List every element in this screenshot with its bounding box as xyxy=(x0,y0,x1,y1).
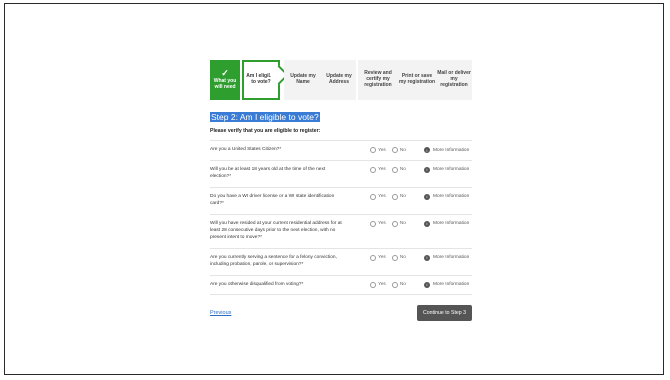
no-label: No xyxy=(399,194,406,200)
yes-label: Yes xyxy=(378,147,386,153)
no-label: No xyxy=(399,167,406,173)
more-info-label: More Information xyxy=(433,194,470,200)
no-radio[interactable]: No xyxy=(391,147,406,153)
question-list: Are you a United States Citizen?* Yes No… xyxy=(210,141,472,296)
more-information-link[interactable]: i More Information xyxy=(424,281,470,288)
step-label: What you will need xyxy=(213,78,237,90)
answer-options: Yes No xyxy=(370,281,424,288)
radio-circle-icon xyxy=(391,166,398,173)
answer-options: Yes No xyxy=(370,147,424,153)
yes-radio[interactable]: Yes xyxy=(370,147,386,153)
yes-label: Yes xyxy=(378,282,386,288)
no-radio[interactable]: No xyxy=(391,254,406,261)
no-label: No xyxy=(399,282,406,288)
more-information-link[interactable]: i More Information xyxy=(424,220,470,227)
page-subtitle: Please verify that you are eligible to r… xyxy=(210,128,472,141)
question-text: Will you be at least 18 years old at the… xyxy=(210,166,326,179)
step-what-you-will-need[interactable]: ✓ What you will need xyxy=(210,60,240,100)
step-update-address[interactable]: Update my Address xyxy=(322,60,356,100)
no-label: No xyxy=(399,147,406,153)
question-row: Will you have resided at your current re… xyxy=(210,215,472,249)
wizard-footer: Previous Continue to Step 3 xyxy=(210,305,472,322)
more-information-link[interactable]: i More Information xyxy=(424,254,470,261)
info-icon: i xyxy=(424,166,430,173)
more-info-label: More Information xyxy=(433,255,470,261)
step-print-save[interactable]: Print or save my registration xyxy=(398,60,436,100)
answer-options: Yes No xyxy=(370,193,424,200)
radio-circle-icon xyxy=(370,254,376,261)
wizard-content: ✓ What you will need Am I eligible to vo… xyxy=(210,58,472,322)
yes-label: Yes xyxy=(378,194,386,200)
step-label: Am I eligible to vote? xyxy=(246,73,276,85)
more-information-link[interactable]: i More Information xyxy=(424,166,470,173)
step-mail-deliver[interactable]: Mail or deliver my registration xyxy=(436,60,472,100)
step-update-name[interactable]: Update my Name xyxy=(284,60,322,100)
yes-label: Yes xyxy=(378,167,386,173)
more-info-label: More Information xyxy=(433,221,470,227)
answer-options: Yes No xyxy=(370,166,424,173)
radio-circle-icon xyxy=(391,147,398,153)
answer-options: Yes No xyxy=(370,220,424,227)
info-icon: i xyxy=(424,147,430,153)
no-label: No xyxy=(399,221,406,227)
radio-circle-icon xyxy=(370,220,376,227)
more-info-label: More Information xyxy=(433,282,470,288)
no-radio[interactable]: No xyxy=(391,220,406,227)
question-row: Are you currently serving a sentence for… xyxy=(210,249,472,276)
question-row: Are you otherwise disqualified from voti… xyxy=(210,276,472,296)
no-label: No xyxy=(399,255,406,261)
info-icon: i xyxy=(424,254,430,261)
progress-stepper: ✓ What you will need Am I eligible to vo… xyxy=(210,58,472,102)
radio-circle-icon xyxy=(391,220,398,227)
step-label: Update my Name xyxy=(290,73,316,85)
step-label: Mail or deliver my registration xyxy=(437,70,471,88)
yes-radio[interactable]: Yes xyxy=(370,166,386,173)
question-row: Do you have a WI driver license or a WI … xyxy=(210,188,472,215)
answer-options: Yes No xyxy=(370,254,424,261)
step-label: Print or save my registration xyxy=(398,73,436,85)
yes-radio[interactable]: Yes xyxy=(370,193,386,200)
radio-circle-icon xyxy=(370,193,376,200)
step-review-certify[interactable]: Review and certify my registration xyxy=(358,60,398,100)
radio-circle-icon xyxy=(391,254,398,261)
question-row: Are you a United States Citizen?* Yes No… xyxy=(210,141,472,161)
more-info-label: More Information xyxy=(433,167,470,173)
radio-circle-icon xyxy=(391,193,398,200)
question-row: Will you be at least 18 years old at the… xyxy=(210,161,472,188)
page-title: Step 2: Am I eligible to vote? xyxy=(210,112,320,122)
previous-link[interactable]: Previous xyxy=(210,310,231,316)
yes-radio[interactable]: Yes xyxy=(370,220,386,227)
yes-label: Yes xyxy=(378,255,386,261)
no-radio[interactable]: No xyxy=(391,193,406,200)
radio-circle-icon xyxy=(370,166,376,173)
info-icon: i xyxy=(424,220,430,227)
more-information-link[interactable]: i More Information xyxy=(424,147,469,153)
no-radio[interactable]: No xyxy=(391,166,406,173)
continue-button[interactable]: Continue to Step 3 xyxy=(417,305,472,322)
step-label: Update my Address xyxy=(326,73,352,85)
question-text: Do you have a WI driver license or a WI … xyxy=(210,193,335,206)
radio-circle-icon xyxy=(370,281,376,288)
yes-radio[interactable]: Yes xyxy=(370,254,386,261)
info-icon: i xyxy=(424,193,430,200)
yes-label: Yes xyxy=(378,221,386,227)
radio-circle-icon xyxy=(391,281,398,288)
radio-circle-icon xyxy=(370,147,376,153)
step-eligibility-current[interactable]: Am I eligible to vote? xyxy=(242,60,280,100)
question-text: Are you currently serving a sentence for… xyxy=(210,254,337,267)
step-label: Review and certify my registration xyxy=(364,70,392,88)
check-icon: ✓ xyxy=(221,68,229,79)
no-radio[interactable]: No xyxy=(391,281,406,288)
question-text: Are you otherwise disqualified from voti… xyxy=(210,281,304,287)
more-info-label: More Information xyxy=(433,147,470,153)
yes-radio[interactable]: Yes xyxy=(370,281,386,288)
more-information-link[interactable]: i More Information xyxy=(424,193,470,200)
info-icon: i xyxy=(424,281,430,288)
question-text: Are you a United States Citizen?* xyxy=(210,147,282,152)
question-text: Will you have resided at your current re… xyxy=(210,220,342,240)
